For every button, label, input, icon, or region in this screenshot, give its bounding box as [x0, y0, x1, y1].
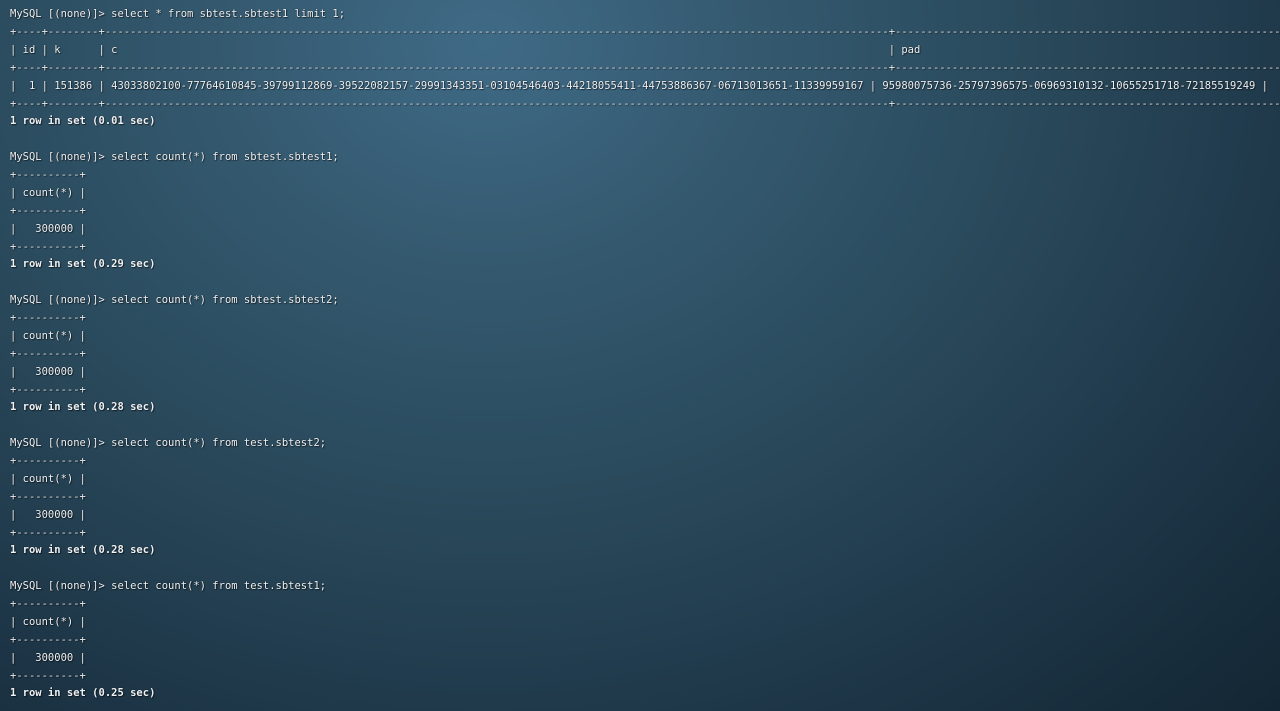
result-summary: 1 row in set (0.28 sec): [10, 401, 156, 413]
table-border-middle: +----------+: [10, 348, 86, 360]
table-header: | count(*) |: [10, 473, 86, 485]
terminal-window[interactable]: MySQL [(none)]> select * from sbtest.sbt…: [0, 0, 1280, 711]
command-line: MySQL [(none)]> select count(*) from tes…: [10, 437, 326, 449]
prompt: MySQL [(none)]>: [10, 580, 112, 592]
command-line: MySQL [(none)]> select count(*) from sbt…: [10, 294, 339, 306]
result-summary: 1 row in set (0.28 sec): [10, 544, 156, 556]
table-border-middle: +----------+: [10, 205, 86, 217]
table-row: | 300000 |: [10, 509, 86, 521]
command-line: MySQL [(none)]> select count(*) from sbt…: [10, 151, 339, 163]
command-line: MySQL [(none)]> select count(*) from tes…: [10, 580, 326, 592]
table-border-top: +----------+: [10, 312, 86, 324]
table-border-bottom: +----------+: [10, 670, 86, 682]
command-text: select count(*) from test.sbtest1;: [111, 580, 327, 592]
prompt: MySQL [(none)]>: [10, 8, 112, 20]
command-text: select count(*) from test.sbtest2;: [111, 437, 327, 449]
command-text: select count(*) from sbtest.sbtest2;: [111, 294, 339, 306]
prompt: MySQL [(none)]>: [10, 437, 112, 449]
table-border-bottom: +----+--------+-------------------------…: [10, 98, 1280, 110]
result-summary: 1 row in set (0.01 sec): [10, 115, 156, 127]
table-border-middle: +----------+: [10, 634, 86, 646]
table-row: | 300000 |: [10, 652, 86, 664]
table-row: | 300000 |: [10, 223, 86, 235]
table-header: | count(*) |: [10, 616, 86, 628]
command-line: MySQL [(none)]> select * from sbtest.sbt…: [10, 8, 345, 20]
table-border-top: +----------+: [10, 598, 86, 610]
table-border-bottom: +----------+: [10, 241, 86, 253]
command-text: select * from sbtest.sbtest1 limit 1;: [111, 8, 346, 20]
table-border-top: +----------+: [10, 455, 86, 467]
table-border-bottom: +----------+: [10, 384, 86, 396]
command-text: select count(*) from sbtest.sbtest1;: [111, 151, 339, 163]
table-header: | id | k | c | pad |: [10, 44, 1280, 56]
table-row: | 300000 |: [10, 366, 86, 378]
table-border-top: +----------+: [10, 169, 86, 181]
table-border-middle: +----+--------+-------------------------…: [10, 62, 1280, 74]
table-border-bottom: +----------+: [10, 527, 86, 539]
prompt: MySQL [(none)]>: [10, 294, 112, 306]
result-summary: 1 row in set (0.29 sec): [10, 258, 156, 270]
table-row: | 1 | 151386 | 43033802100-77764610845-3…: [10, 80, 1268, 92]
table-border-middle: +----------+: [10, 491, 86, 503]
prompt: MySQL [(none)]>: [10, 151, 112, 163]
table-border-top: +----+--------+-------------------------…: [10, 26, 1280, 38]
table-header: | count(*) |: [10, 330, 86, 342]
table-header: | count(*) |: [10, 187, 86, 199]
result-summary: 1 row in set (0.25 sec): [10, 687, 156, 699]
